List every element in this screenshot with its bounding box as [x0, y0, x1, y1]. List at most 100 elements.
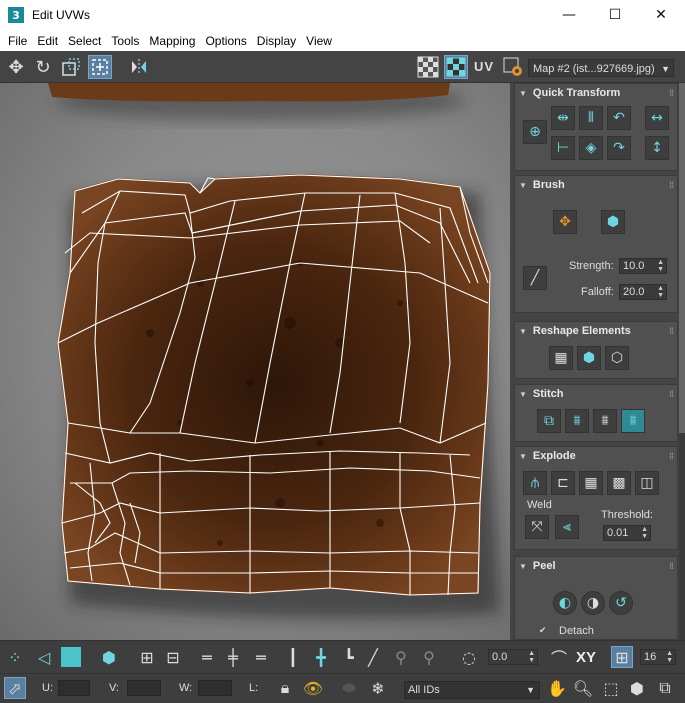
space-horizontal-button[interactable]: ↔: [645, 106, 669, 130]
falloff-spinner[interactable]: 20.0 ▲ ▼: [619, 284, 667, 300]
scale-icon[interactable]: [59, 55, 83, 79]
paint-shrink-icon[interactable]: ⚲: [418, 646, 440, 668]
open-edge-icon[interactable]: ┗: [338, 646, 360, 668]
flatten-checker-button[interactable]: ▩: [607, 471, 631, 495]
brush-line-button[interactable]: ╱: [523, 266, 547, 290]
straighten-button[interactable]: ▦: [549, 346, 573, 370]
zoom-region-icon[interactable]: ⬚: [600, 677, 622, 699]
freeze-icon[interactable]: ❄: [367, 677, 389, 699]
xy-axis-button[interactable]: XY: [576, 649, 596, 666]
strength-spinner[interactable]: 10.0 ▲ ▼: [619, 258, 667, 274]
menu-options[interactable]: Options: [201, 34, 250, 48]
edge-loop-icon[interactable]: ╋: [310, 646, 332, 668]
zoom-selected-icon[interactable]: ⧉: [654, 677, 676, 699]
menu-tools[interactable]: Tools: [107, 34, 143, 48]
menu-file[interactable]: File: [4, 34, 31, 48]
paint-grow-icon[interactable]: ⚲: [390, 646, 412, 668]
align-grid-button[interactable]: ◈: [579, 136, 603, 160]
brush-header[interactable]: ▼ Brush ⁞⁞: [515, 176, 677, 194]
move-icon[interactable]: ✥: [4, 55, 28, 79]
detach-edge-button[interactable]: ⊏: [551, 471, 575, 495]
relax-by-polygon-button[interactable]: ⬡: [605, 346, 629, 370]
threshold-spinner[interactable]: 0.01 ▲ ▼: [603, 525, 651, 541]
pivot-button[interactable]: ⊕: [523, 120, 547, 144]
align-horizontal-button[interactable]: ⇹: [551, 106, 575, 130]
ring-shrink-icon[interactable]: ═: [248, 646, 274, 668]
stitch-average-button[interactable]: ⩩: [593, 409, 617, 433]
point-to-point-icon[interactable]: ┃: [282, 646, 304, 668]
close-button[interactable]: ✕: [638, 0, 684, 30]
reset-peel-button[interactable]: ↺: [609, 591, 633, 615]
u-field[interactable]: [58, 680, 90, 696]
scroll-thumb[interactable]: [679, 83, 685, 433]
paint-select-icon[interactable]: ╱: [362, 646, 384, 668]
show-icon[interactable]: 👁︎: [302, 677, 324, 699]
menu-edit[interactable]: Edit: [33, 34, 62, 48]
ring-grow-icon[interactable]: ╪: [222, 646, 244, 668]
w-field[interactable]: [198, 680, 232, 696]
rotate-icon[interactable]: ↻: [31, 55, 55, 79]
lock-icon[interactable]: 🔒︎: [274, 677, 296, 699]
angle-spinner[interactable]: 0.0 ▲ ▼: [488, 649, 538, 665]
maximize-button[interactable]: ☐: [592, 0, 638, 30]
shrink-selection-icon[interactable]: ⊟: [162, 646, 184, 668]
checker-pattern-icon[interactable]: [416, 55, 440, 79]
peel-header[interactable]: ▼ Peel ⁞⁞: [515, 557, 677, 575]
menu-display[interactable]: Display: [253, 34, 300, 48]
quick-transform-header[interactable]: ▼ Quick Transform ⁞⁞: [515, 84, 677, 102]
weld-target-button[interactable]: ⫷: [555, 515, 579, 539]
map-select[interactable]: Map #2 (ist...927669.jpg) ▼: [528, 59, 674, 77]
menu-view[interactable]: View: [302, 34, 336, 48]
hide-icon[interactable]: ⬬: [338, 677, 360, 699]
freeform-icon[interactable]: [88, 55, 112, 79]
id-filter-select[interactable]: All IDs ▼: [404, 681, 540, 699]
relax-brush-button[interactable]: ⬢: [601, 210, 625, 234]
uv-canvas[interactable]: [0, 83, 510, 640]
stitch-to-source-button[interactable]: ⩩: [621, 409, 645, 433]
detach-checkbox[interactable]: ✔: [539, 625, 547, 636]
spinner-arrows-icon[interactable]: ▲ ▼: [666, 650, 673, 664]
rotation-snap-icon[interactable]: ◌: [458, 646, 480, 668]
v-field[interactable]: [127, 680, 161, 696]
peel-mode-button[interactable]: ◑: [581, 591, 605, 615]
grid-snap-icon[interactable]: ⊞: [611, 646, 633, 668]
menu-mapping[interactable]: Mapping: [145, 34, 199, 48]
flatten-element-button[interactable]: ◫: [635, 471, 659, 495]
spinner-arrows-icon[interactable]: ▲ ▼: [657, 285, 664, 299]
element-mode-icon[interactable]: ⬢: [98, 646, 120, 668]
explode-header[interactable]: ▼ Explode ⁞⁞: [515, 447, 677, 465]
spinner-arrows-icon[interactable]: ▲ ▼: [528, 650, 535, 664]
zoom-icon[interactable]: 🔍︎: [572, 677, 594, 699]
stitch-custom-button[interactable]: ⧉: [537, 409, 561, 433]
soft-select-icon[interactable]: ⌒: [548, 646, 570, 668]
vertex-mode-icon[interactable]: ⁘: [4, 646, 26, 668]
uv-label[interactable]: UV: [474, 59, 494, 74]
mirror-icon[interactable]: [127, 55, 151, 79]
loop-select-icon[interactable]: ═: [194, 646, 220, 668]
space-vertical-button[interactable]: ↕: [645, 136, 669, 160]
flatten-by-grid-button[interactable]: ▦: [579, 471, 603, 495]
spinner-arrows-icon[interactable]: ▲ ▼: [657, 259, 664, 273]
absolute-offset-icon[interactable]: ⬀: [4, 677, 26, 699]
rotate-cw-button[interactable]: ↷: [607, 136, 631, 160]
spinner-arrows-icon[interactable]: ▲ ▼: [641, 526, 648, 540]
reshape-header[interactable]: ▼ Reshape Elements ⁞⁞: [515, 322, 677, 340]
grid-spinner[interactable]: 16 ▲ ▼: [640, 649, 676, 665]
checker-active-icon[interactable]: [444, 55, 468, 79]
stitch-to-target-button[interactable]: ⩩: [565, 409, 589, 433]
uv-options-icon[interactable]: [501, 55, 525, 79]
break-button[interactable]: ⫛: [523, 471, 547, 495]
uv-viewport[interactable]: [0, 83, 510, 640]
stitch-header[interactable]: ▼ Stitch ⁞⁞: [515, 385, 677, 403]
menu-select[interactable]: Select: [64, 34, 105, 48]
zoom-extents-icon[interactable]: ⬢: [626, 677, 648, 699]
minimize-button[interactable]: —: [546, 0, 592, 30]
edge-mode-icon[interactable]: ◁: [33, 646, 55, 668]
grow-selection-icon[interactable]: ⊞: [136, 646, 158, 668]
pan-icon[interactable]: ✋: [546, 677, 568, 699]
face-mode-icon[interactable]: [61, 647, 81, 667]
paint-move-button[interactable]: ✥: [553, 210, 577, 234]
rotate-ccw-button[interactable]: ↶: [607, 106, 631, 130]
relax-button[interactable]: ⬢: [577, 346, 601, 370]
quick-peel-button[interactable]: ◐: [553, 591, 577, 615]
